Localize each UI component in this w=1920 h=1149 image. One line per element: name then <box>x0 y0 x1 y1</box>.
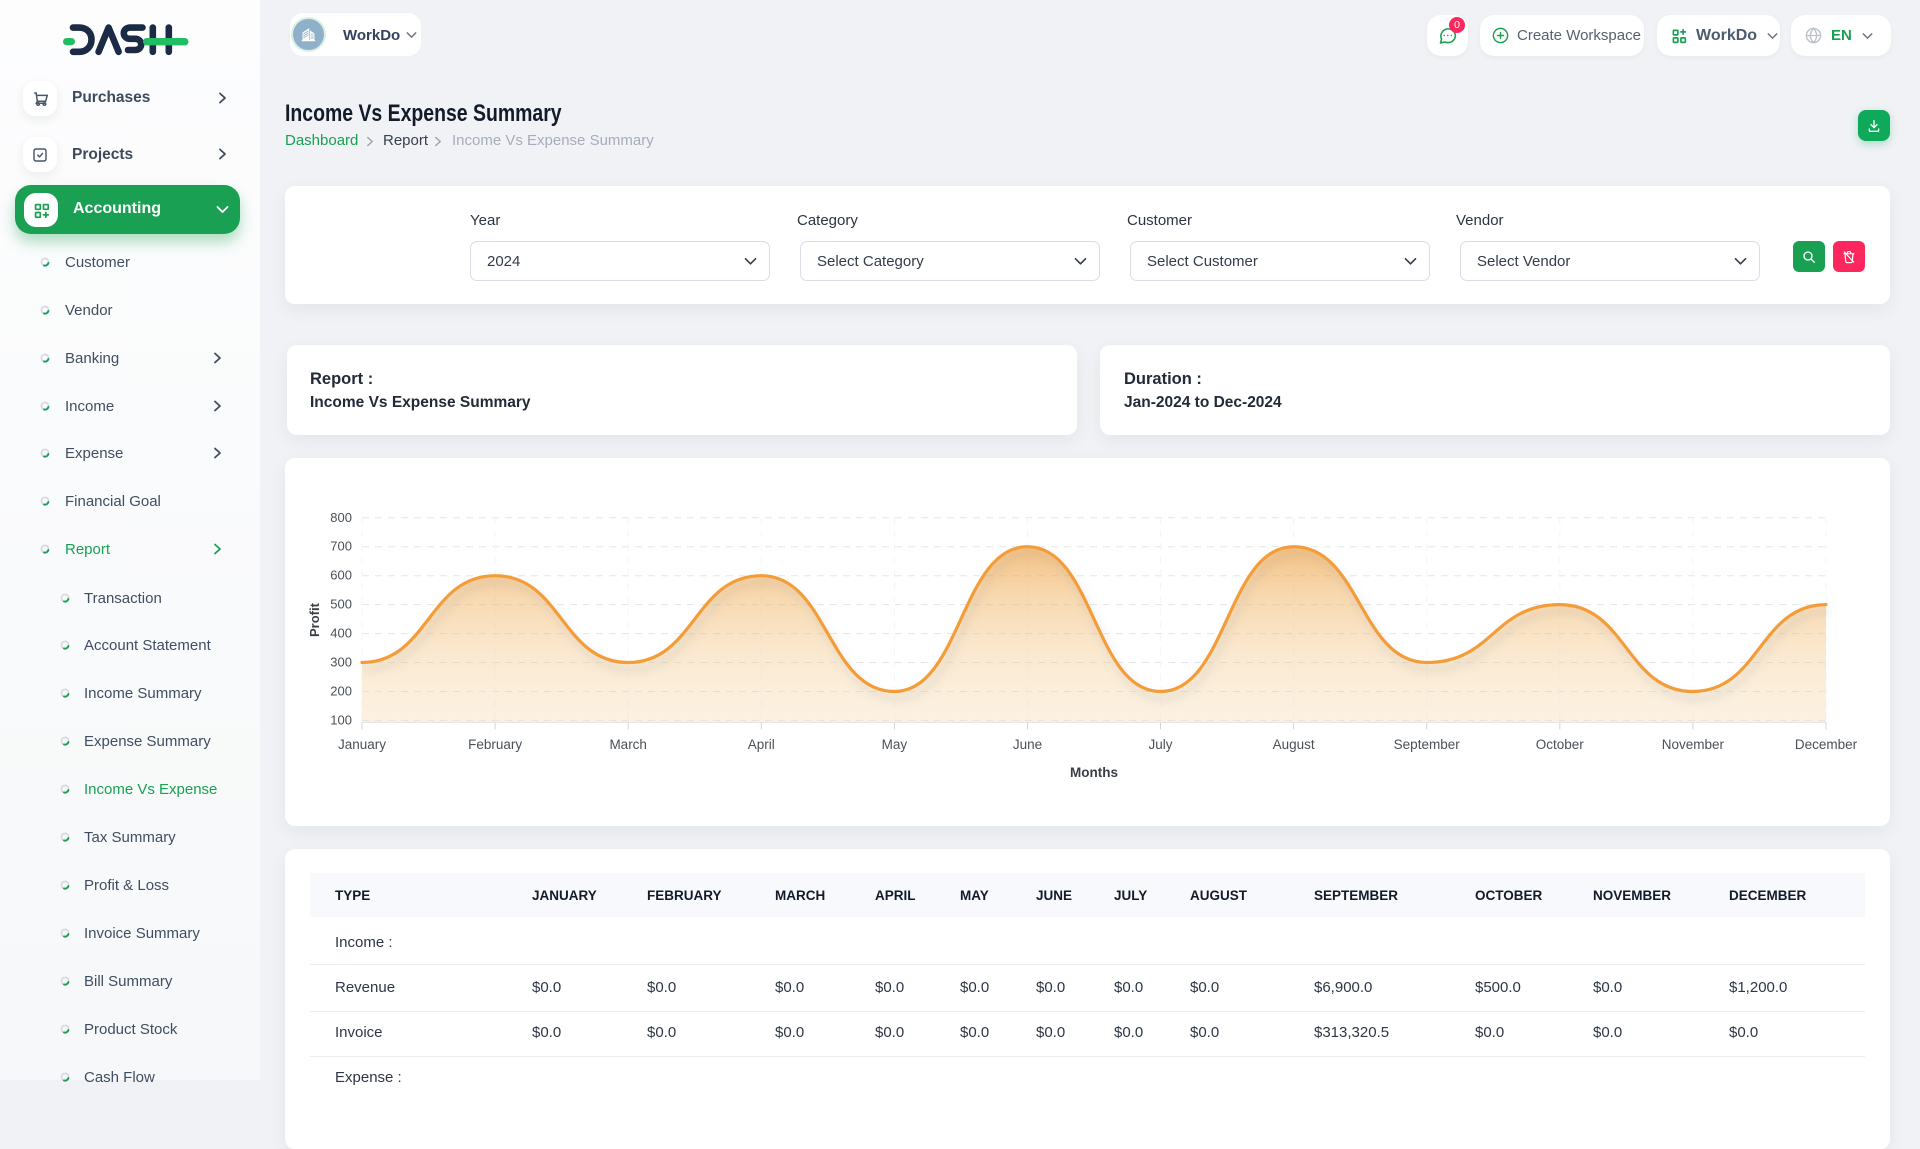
svg-text:July: July <box>1148 737 1172 752</box>
svg-text:400: 400 <box>330 626 352 641</box>
svg-text:January: January <box>338 737 386 752</box>
svg-text:200: 200 <box>330 684 352 699</box>
svg-text:700: 700 <box>330 539 352 554</box>
svg-text:Profit: Profit <box>307 602 322 637</box>
svg-text:800: 800 <box>330 510 352 525</box>
svg-text:600: 600 <box>330 568 352 583</box>
svg-text:300: 300 <box>330 655 352 670</box>
svg-text:Months: Months <box>1070 765 1118 780</box>
svg-text:August: August <box>1273 737 1315 752</box>
svg-text:November: November <box>1662 737 1725 752</box>
svg-text:December: December <box>1795 737 1858 752</box>
svg-text:500: 500 <box>330 597 352 612</box>
svg-text:October: October <box>1536 737 1585 752</box>
svg-text:April: April <box>748 737 775 752</box>
svg-text:May: May <box>882 737 908 752</box>
svg-text:September: September <box>1394 737 1461 752</box>
svg-text:100: 100 <box>330 712 352 727</box>
svg-text:February: February <box>468 737 522 752</box>
svg-text:June: June <box>1013 737 1042 752</box>
svg-text:March: March <box>609 737 647 752</box>
